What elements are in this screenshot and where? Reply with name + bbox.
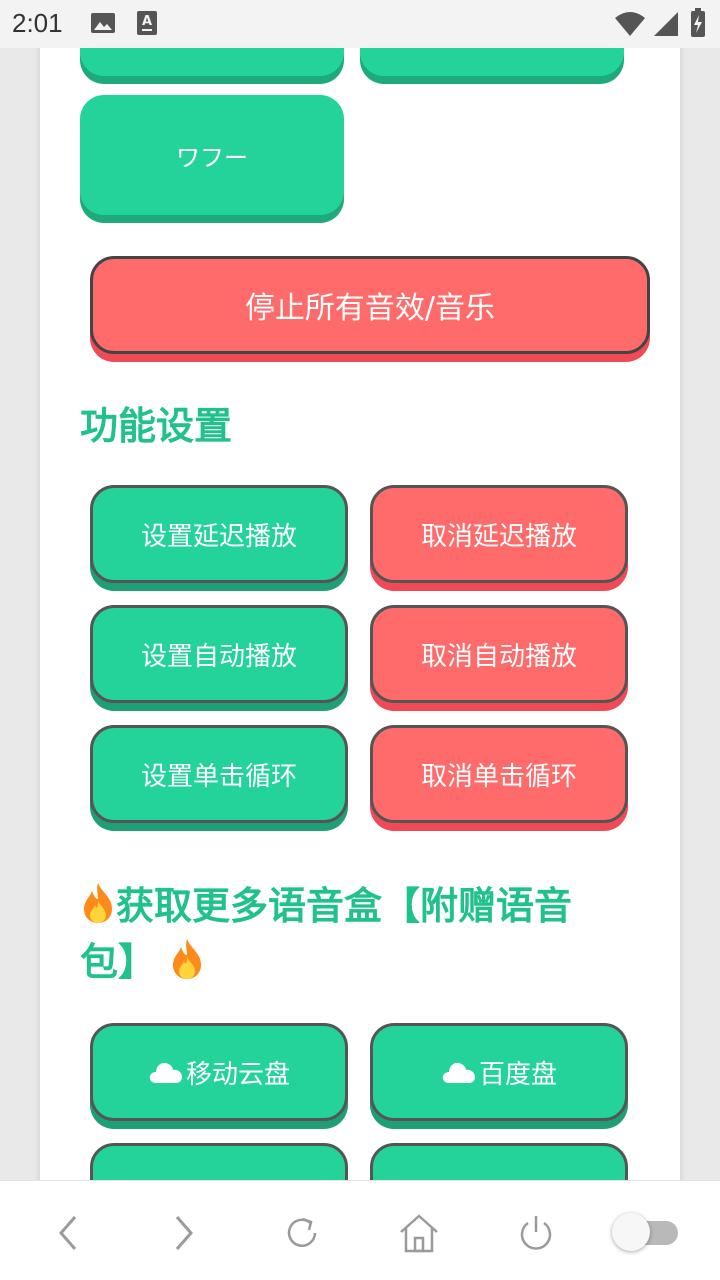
- battery-icon: [691, 8, 705, 37]
- back-icon: [59, 1216, 77, 1250]
- status-bar: 2:01 A: [0, 0, 720, 48]
- set-delay-button[interactable]: 设置延迟播放: [90, 485, 348, 583]
- toggle-switch[interactable]: [612, 1211, 678, 1251]
- more-button-partial-left[interactable]: [90, 1143, 348, 1180]
- cancel-auto-button[interactable]: 取消自动播放: [370, 605, 628, 703]
- cloud-icon: [442, 1062, 475, 1083]
- more-button-partial-right[interactable]: [370, 1143, 628, 1180]
- fire-icon: [84, 883, 112, 923]
- sound-button-partial-right[interactable]: [360, 48, 624, 76]
- toggle-knob: [612, 1213, 650, 1251]
- sound-button-partial-left[interactable]: [80, 48, 344, 76]
- forward-button[interactable]: [160, 1209, 208, 1257]
- signal-icon: [654, 12, 678, 36]
- settings-title: 功能设置: [80, 404, 233, 448]
- cancel-delay-button[interactable]: 取消延迟播放: [370, 485, 628, 583]
- wifi-icon: [615, 12, 645, 36]
- svg-text:A: A: [142, 14, 152, 29]
- power-button[interactable]: [512, 1209, 560, 1257]
- cancel-loop-button[interactable]: 取消单击循环: [370, 725, 628, 823]
- set-loop-button[interactable]: 设置单击循环: [90, 725, 348, 823]
- cloud-icon: [149, 1062, 182, 1083]
- home-icon: [400, 1214, 438, 1253]
- forward-icon: [175, 1216, 193, 1250]
- bottom-nav: [0, 1180, 720, 1280]
- baidu-pan-button[interactable]: 百度盘: [370, 1023, 628, 1121]
- power-icon: [520, 1216, 552, 1250]
- fire-icon: [173, 939, 202, 979]
- sound-button-label: ワフー: [176, 143, 248, 172]
- home-button[interactable]: [395, 1209, 443, 1257]
- main-content[interactable]: ワフー 停止所有音效/音乐 功能设置 设置延迟播放 取消延迟播放 设置自动播放 …: [40, 48, 680, 1180]
- sound-button-wafu[interactable]: ワフー: [80, 95, 344, 215]
- back-button[interactable]: [44, 1209, 92, 1257]
- stop-all-label: 停止所有音效/音乐: [244, 291, 496, 326]
- mobile-cloud-button[interactable]: 移动云盘: [90, 1023, 348, 1121]
- set-auto-button[interactable]: 设置自动播放: [90, 605, 348, 703]
- stop-all-button[interactable]: 停止所有音效/音乐: [90, 256, 650, 354]
- image-icon: [91, 13, 115, 33]
- more-title: 获取更多语音盒【附赠语音 包】: [80, 878, 640, 990]
- a-icon: A: [137, 11, 157, 35]
- status-time: 2:01: [12, 8, 63, 38]
- refresh-icon: [287, 1217, 317, 1247]
- refresh-button[interactable]: [278, 1209, 326, 1257]
